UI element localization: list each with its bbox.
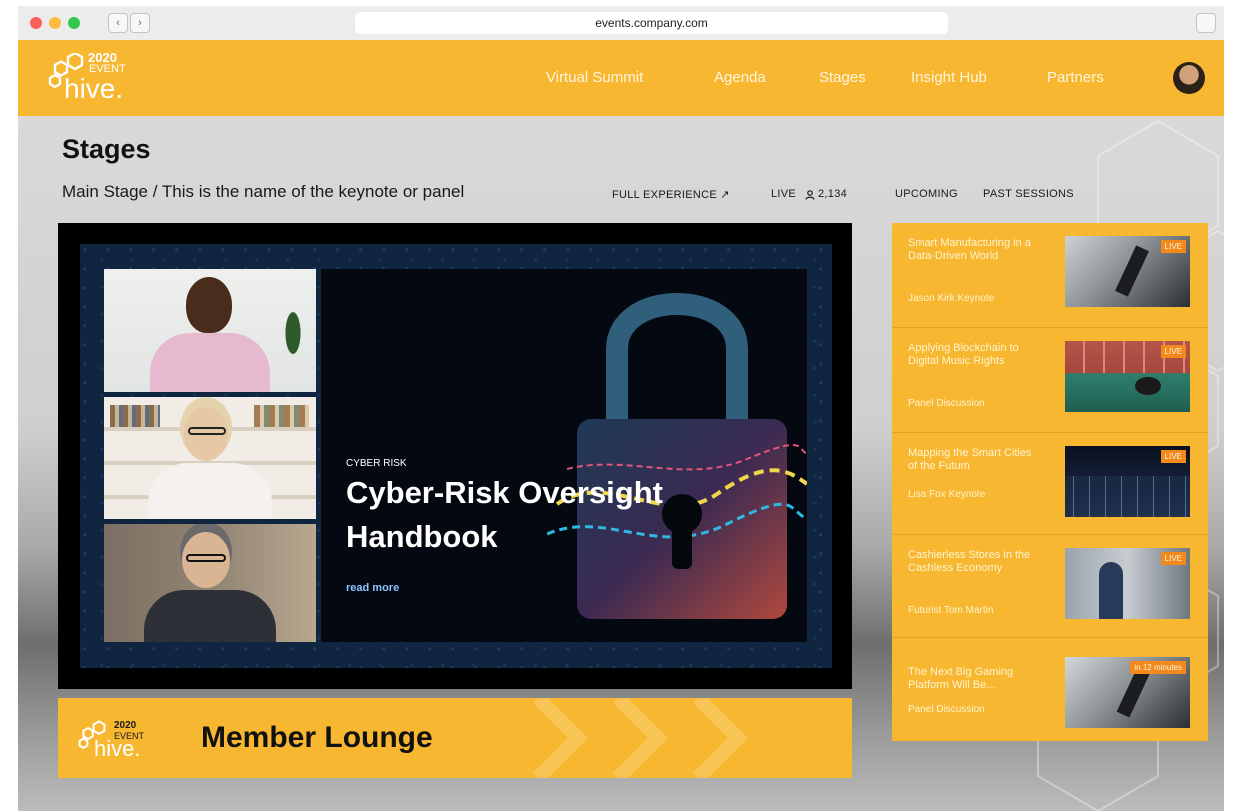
session-title: Smart Manufacturing in a Data-Driven Wor… xyxy=(908,237,1031,262)
session-subtitle: Panel Discussion xyxy=(908,398,985,409)
live-viewer-count: 2,134 xyxy=(818,188,848,200)
slide-kicker: CYBER RISK xyxy=(346,458,407,469)
robot-arm xyxy=(1115,245,1149,297)
headphones-shape xyxy=(1135,377,1161,395)
session-thumbnail[interactable]: in 12 minutes xyxy=(1065,657,1190,728)
site-header: 2020 EVENT hive. Virtual Summit Agenda S… xyxy=(18,40,1224,116)
nav-partners[interactable]: Partners xyxy=(1047,69,1104,86)
address-bar[interactable]: events.company.com xyxy=(355,12,948,34)
glasses-icon xyxy=(188,427,226,435)
live-label[interactable]: LIVE xyxy=(771,188,796,200)
session-title: The Next Big Gaming Platform Will Be... xyxy=(908,666,1014,691)
past-sessions-tab[interactable]: PAST SESSIONS xyxy=(983,188,1074,200)
lounge-logo-name: hive. xyxy=(94,736,141,761)
user-icon xyxy=(805,190,815,200)
session-card[interactable]: Cashierless Stores in the Cashless Econo… xyxy=(892,535,1208,639)
session-card[interactable]: Applying Blockchain to Digital Music Rig… xyxy=(892,328,1208,432)
stage-backdrop: CYBER RISK Cyber-Risk Oversight Handbook… xyxy=(80,244,832,668)
upcoming-badge: in 12 minutes xyxy=(1130,661,1186,674)
session-subtitle: Panel Discussion xyxy=(908,704,985,715)
zoom-window-button[interactable] xyxy=(68,17,80,29)
session-subtitle: Lisa Fox Keynote xyxy=(908,489,986,500)
speaker-3-body xyxy=(144,590,276,642)
presentation-slide: CYBER RISK Cyber-Risk Oversight Handbook… xyxy=(321,269,807,642)
session-thumbnail[interactable]: LIVE xyxy=(1065,236,1190,307)
session-subtitle: Jason Kirk Keynote xyxy=(908,293,995,304)
breadcrumb: Main Stage / This is the name of the key… xyxy=(62,182,465,201)
speaker-video-1[interactable] xyxy=(104,269,316,392)
read-more-link[interactable]: read more xyxy=(346,582,399,594)
session-thumbnail[interactable]: LIVE xyxy=(1065,548,1190,619)
logo[interactable]: 2020 EVENT hive. xyxy=(48,49,148,109)
browser-window: ‹ › events.company.com 2020 EVENT hive. … xyxy=(18,6,1224,811)
page-title: Stages xyxy=(62,134,151,164)
hexagon-pattern-banner xyxy=(533,698,748,778)
session-card[interactable]: The Next Big Gaming Platform Will Be... … xyxy=(892,638,1208,742)
back-icon[interactable]: ‹ xyxy=(108,13,128,33)
shopper-figure xyxy=(1099,562,1123,619)
session-card[interactable]: Smart Manufacturing in a Data-Driven Wor… xyxy=(892,223,1208,327)
browser-toolbar: ‹ › events.company.com xyxy=(18,6,1224,41)
full-experience-link[interactable]: FULL EXPERIENCE ↗ xyxy=(612,188,730,201)
books-left xyxy=(110,405,160,427)
nav-virtual-summit[interactable]: Virtual Summit xyxy=(546,69,643,86)
live-badge: LIVE xyxy=(1160,345,1186,358)
upcoming-tab[interactable]: UPCOMING xyxy=(895,188,958,200)
books-right xyxy=(254,405,309,427)
sessions-sidebar: Smart Manufacturing in a Data-Driven Wor… xyxy=(892,223,1208,741)
glasses-icon xyxy=(186,554,226,562)
nav-agenda[interactable]: Agenda xyxy=(714,69,766,86)
slide-title-line-2: Handbook xyxy=(346,519,498,554)
member-lounge-banner[interactable]: 2020 EVENT hive. Member Lounge xyxy=(58,698,852,778)
live-badge: LIVE xyxy=(1160,240,1186,253)
nav-insight-hub[interactable]: Insight Hub xyxy=(911,69,987,86)
padlock-icon xyxy=(547,293,807,619)
video-player[interactable]: CYBER RISK Cyber-Risk Oversight Handbook… xyxy=(58,223,852,689)
city-lights xyxy=(1065,476,1190,517)
session-title: Applying Blockchain to Digital Music Rig… xyxy=(908,342,1019,367)
user-avatar[interactable] xyxy=(1173,62,1205,94)
session-subtitle: Futurist Tom Martin xyxy=(908,605,994,616)
nav-stages[interactable]: Stages xyxy=(819,69,866,86)
session-title: Cashierless Stores in the Cashless Econo… xyxy=(908,549,1031,574)
forward-icon[interactable]: › xyxy=(130,13,150,33)
speaker-1-body xyxy=(150,333,270,392)
plant-decoration xyxy=(280,309,306,369)
speaker-2-body xyxy=(148,463,272,519)
live-badge: LIVE xyxy=(1160,450,1186,463)
member-lounge-title: Member Lounge xyxy=(201,721,433,754)
session-card[interactable]: Mapping the Smart Cities of the Futum Li… xyxy=(892,433,1208,537)
session-thumbnail[interactable]: LIVE xyxy=(1065,341,1190,412)
lounge-logo-year: 2020 xyxy=(114,720,137,731)
minimize-window-button[interactable] xyxy=(49,17,61,29)
slide-title-line-1: Cyber-Risk Oversight xyxy=(346,475,663,510)
speaker-video-3[interactable] xyxy=(104,524,316,642)
speaker-video-2[interactable] xyxy=(104,397,316,519)
session-thumbnail[interactable]: LIVE xyxy=(1065,446,1190,517)
live-badge: LIVE xyxy=(1160,552,1186,565)
session-title: Mapping the Smart Cities of the Futum xyxy=(908,447,1032,472)
speaker-1-head xyxy=(186,277,232,333)
close-window-button[interactable] xyxy=(30,17,42,29)
tabs-icon[interactable] xyxy=(1196,13,1216,33)
logo-name: hive. xyxy=(64,73,124,104)
